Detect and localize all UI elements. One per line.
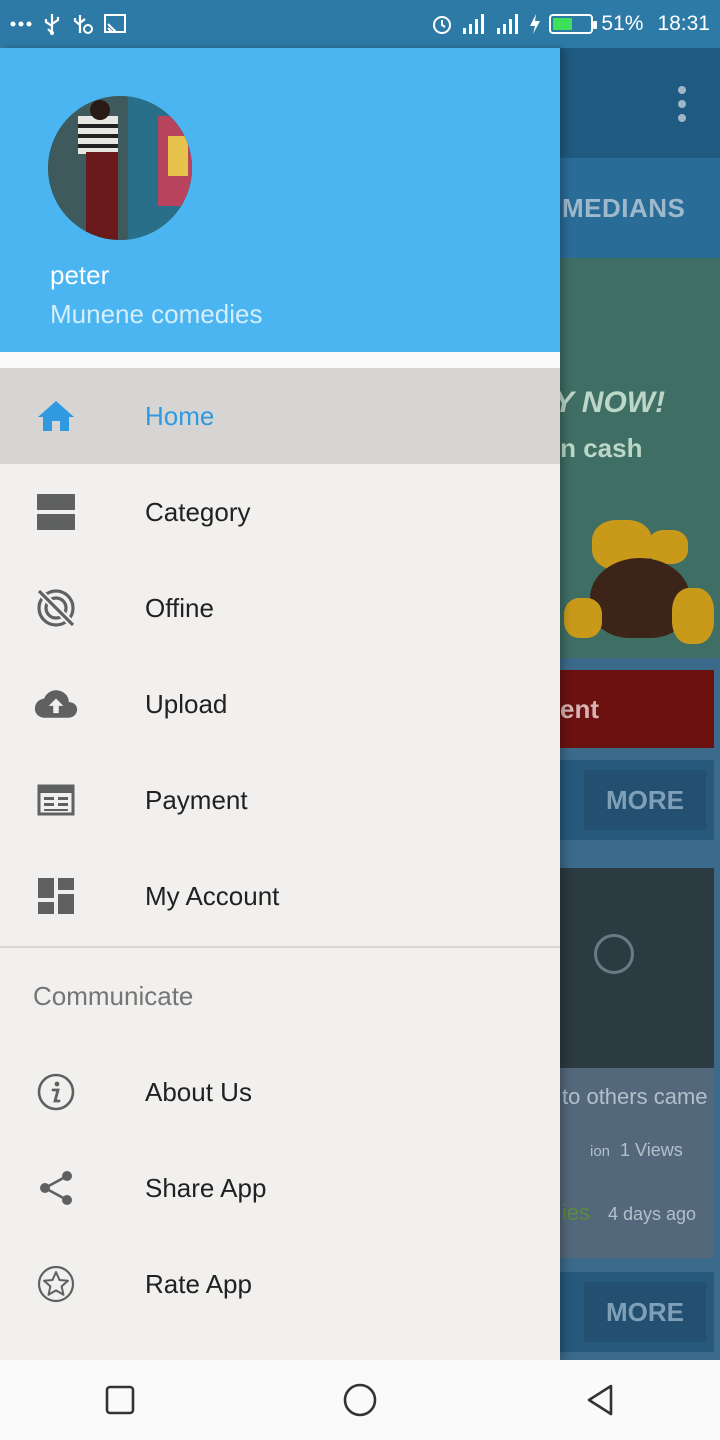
drawer-header: peter Munene comedies bbox=[0, 48, 560, 352]
payment-icon bbox=[34, 780, 78, 820]
drawer-item-my-account[interactable]: My Account bbox=[0, 848, 560, 944]
status-bar: 51% 18:31 bbox=[0, 0, 720, 48]
usb-icon bbox=[42, 13, 62, 35]
back-button[interactable] bbox=[560, 1360, 640, 1440]
cast-icon bbox=[104, 14, 126, 34]
info-icon bbox=[34, 1072, 78, 1112]
drawer-item-label: Category bbox=[145, 496, 251, 527]
overflow-menu-icon[interactable] bbox=[678, 86, 686, 122]
ad-banner[interactable]: Y NOW! rn cash bbox=[560, 258, 720, 658]
cloud-upload-icon bbox=[34, 684, 78, 724]
drawer-item-offline[interactable]: Offine bbox=[0, 560, 560, 656]
video-card[interactable]: to others came ion 1 Views ies 4 days ago bbox=[560, 1068, 714, 1258]
drawer-item-label: Share App bbox=[145, 1172, 267, 1203]
drawer-item-label: About Us bbox=[145, 1076, 252, 1107]
clock: 18:31 bbox=[657, 12, 710, 35]
drawer-item-upload[interactable]: Upload bbox=[0, 656, 560, 752]
dashboard-icon bbox=[34, 876, 78, 916]
offline-icon bbox=[34, 588, 78, 628]
drawer-item-share-app[interactable]: Share App bbox=[0, 1140, 560, 1236]
more-button[interactable]: MORE bbox=[584, 1282, 706, 1342]
drawer-item-label: Payment bbox=[145, 784, 248, 815]
app-toolbar bbox=[560, 48, 720, 158]
navigation-drawer: peter Munene comedies Home Category Offi… bbox=[0, 48, 560, 1360]
avatar[interactable] bbox=[48, 96, 192, 240]
system-nav-bar bbox=[0, 1360, 720, 1440]
video-thumbnail[interactable] bbox=[560, 868, 714, 1068]
more-button-container: MORE bbox=[560, 760, 714, 840]
section-title-communicate: Communicate bbox=[33, 980, 194, 1011]
red-action-button[interactable]: ent bbox=[560, 670, 714, 748]
drawer-item-label: Offine bbox=[145, 592, 214, 623]
drawer-item-label: Home bbox=[145, 400, 215, 431]
star-icon bbox=[34, 1264, 78, 1304]
play-icon[interactable] bbox=[594, 934, 634, 974]
more-notifications-icon bbox=[10, 20, 32, 28]
drawer-item-label: Upload bbox=[145, 688, 228, 719]
more-button-container: MORE bbox=[560, 1272, 714, 1352]
category-icon bbox=[34, 492, 78, 532]
user-name: peter bbox=[50, 260, 110, 290]
drawer-item-payment[interactable]: Payment bbox=[0, 752, 560, 848]
user-subtitle: Munene comedies bbox=[50, 299, 263, 329]
home-icon bbox=[34, 396, 78, 436]
drawer-item-category[interactable]: Category bbox=[0, 464, 560, 560]
battery-percent: 51% bbox=[601, 12, 644, 35]
alarm-icon bbox=[431, 13, 453, 35]
drawer-item-label: Rate App bbox=[145, 1268, 252, 1299]
signal-icon bbox=[461, 14, 487, 34]
charging-icon bbox=[529, 13, 541, 35]
battery-icon bbox=[549, 14, 598, 34]
drawer-item-about-us[interactable]: About Us bbox=[0, 1044, 560, 1140]
share-icon bbox=[34, 1168, 78, 1208]
home-button[interactable] bbox=[320, 1360, 400, 1440]
recents-button[interactable] bbox=[80, 1360, 160, 1440]
signal-icon bbox=[495, 14, 521, 34]
drawer-item-rate-app[interactable]: Rate App bbox=[0, 1236, 560, 1332]
more-button[interactable]: MORE bbox=[584, 770, 706, 830]
drawer-item-home[interactable]: Home bbox=[0, 368, 560, 464]
usb-debug-icon bbox=[72, 13, 94, 35]
background-app: MEDIANS Y NOW! rn cash ent MORE to other… bbox=[560, 48, 720, 1360]
tab-comedians[interactable]: MEDIANS bbox=[560, 158, 720, 258]
drawer-item-label: My Account bbox=[145, 880, 280, 911]
